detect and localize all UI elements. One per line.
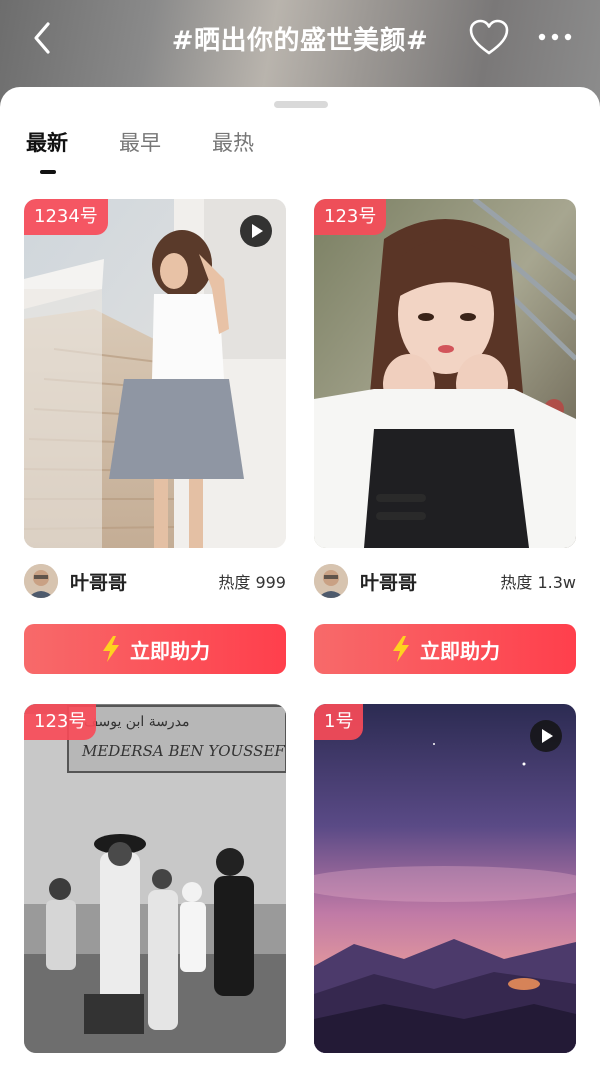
sort-tabs: 最新 最早 最热 [0,127,600,177]
entry-card[interactable]: 1234号 叶哥哥 热度 999 立即助力 [24,199,286,674]
entry-card[interactable]: مدرسة ابن يوسف MEDERSA BEN YOUSSEF 123号 [24,704,286,1053]
author-row: 叶哥哥 热度 999 [24,548,286,614]
tab-hottest[interactable]: 最热 [212,127,254,157]
play-icon[interactable] [530,720,562,752]
avatar[interactable] [24,564,58,598]
active-tab-indicator [40,170,56,174]
boost-button-label: 立即助力 [130,638,210,663]
tab-newest[interactable]: 最新 [26,127,68,157]
rank-badge: 1234号 [24,199,108,235]
heat-count: 热度 1.3w [500,573,576,592]
photo-sunset-mountains [314,704,576,1053]
svg-text:مدرسة ابن يوسف: مدرسة ابن يوسف [84,714,190,730]
heat-count: 热度 999 [218,573,286,592]
page-title: #晒出你的盛世美颜# [171,26,429,56]
avatar[interactable] [314,564,348,598]
entry-card[interactable]: 123号 叶哥哥 热度 1.3w 立即助力 [314,199,576,674]
tab-oldest[interactable]: 最早 [119,127,161,157]
content-sheet: 最新 最早 最热 1234号 叶哥哥 热度 999 立即助力 123号 叶哥哥 … [0,87,600,1067]
author-name[interactable]: 叶哥哥 [70,568,218,595]
play-icon[interactable] [240,215,272,247]
lightning-icon [103,636,119,662]
sign-text: MEDERSA BEN YOUSSEF [81,742,285,760]
more-button[interactable] [536,24,576,50]
photo-girl-on-stairs [24,199,286,548]
author-name[interactable]: 叶哥哥 [360,568,500,595]
entry-thumbnail[interactable]: مدرسة ابن يوسف MEDERSA BEN YOUSSEF 123号 [24,704,286,1053]
entry-thumbnail[interactable]: 1号 [314,704,576,1053]
top-bar: #晒出你的盛世美颜# [0,0,600,76]
rank-badge: 1号 [314,704,364,740]
boost-button[interactable]: 立即助力 [314,624,576,674]
author-row: 叶哥哥 热度 1.3w [314,548,576,614]
drag-handle[interactable] [274,101,328,108]
entry-card[interactable]: 1号 [314,704,576,1053]
boost-button-label: 立即助力 [420,638,500,663]
more-dots-icon [538,33,572,41]
photo-girl-portrait [314,199,576,548]
heart-icon [469,19,509,55]
photo-street-bw: مدرسة ابن يوسف MEDERSA BEN YOUSSEF [24,704,286,1053]
boost-button[interactable]: 立即助力 [24,624,286,674]
lightning-icon [393,636,409,662]
entry-thumbnail[interactable]: 1234号 [24,199,286,548]
rank-badge: 123号 [314,199,387,235]
favorite-button[interactable] [468,18,510,58]
entry-thumbnail[interactable]: 123号 [314,199,576,548]
rank-badge: 123号 [24,704,97,740]
